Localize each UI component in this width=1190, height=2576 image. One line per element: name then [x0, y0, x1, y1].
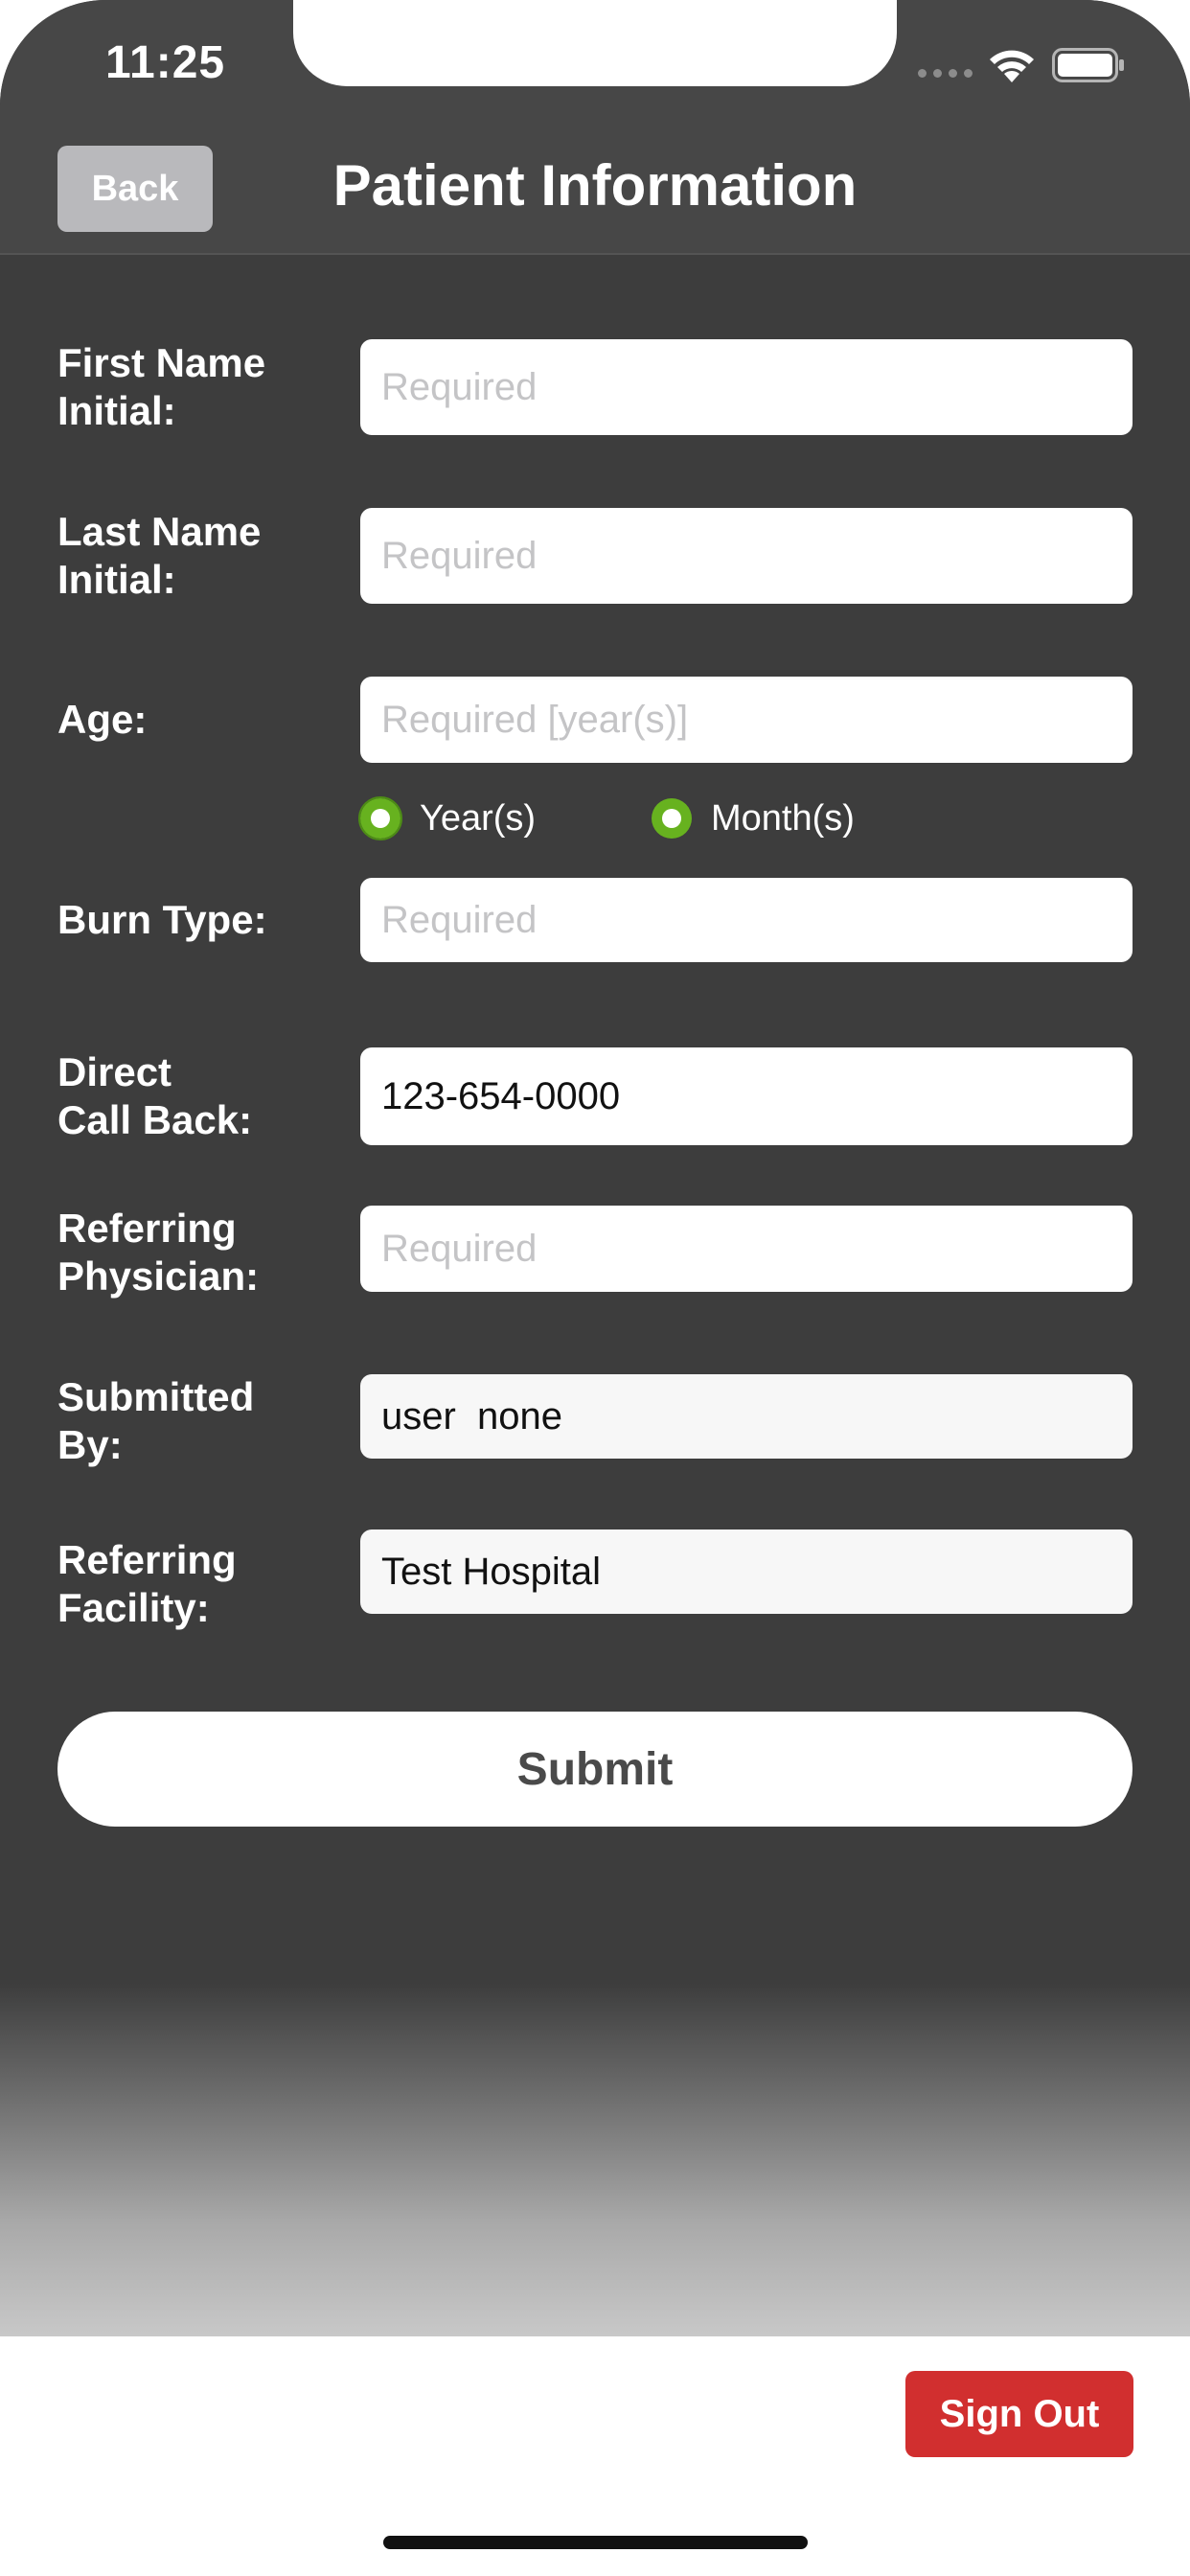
age-unit-months-label: Month(s)	[711, 797, 855, 839]
first-name-label-line2: Initial:	[57, 388, 176, 433]
radio-selected-icon	[358, 796, 402, 840]
form-background: Back Patient Information First Name Init…	[0, 0, 1190, 2336]
age-unit-years-radio[interactable]: Year(s)	[358, 794, 537, 843]
last-name-initial-input[interactable]	[360, 508, 1133, 604]
battery-icon	[1052, 48, 1124, 82]
radio-icon	[652, 798, 692, 839]
last-name-label-line1: Last Name	[57, 509, 262, 554]
first-name-initial-input[interactable]	[360, 339, 1133, 435]
referring-facility-field	[360, 1530, 1133, 1614]
referring-physician-label-line2: Physician:	[57, 1254, 260, 1299]
direct-call-back-label-line2: Call Back:	[57, 1097, 253, 1142]
age-input[interactable]	[360, 677, 1133, 763]
last-name-label-line2: Initial:	[57, 557, 176, 602]
referring-facility-label: Referring Facility:	[57, 1536, 345, 1632]
first-name-label-line1: First Name	[57, 340, 266, 385]
sign-out-button[interactable]: Sign Out	[905, 2371, 1133, 2457]
direct-call-back-label-line1: Direct	[57, 1049, 172, 1094]
submitted-by-label-line1: Submitted	[57, 1374, 255, 1419]
referring-facility-label-line2: Facility:	[57, 1585, 210, 1630]
wifi-icon	[990, 50, 1034, 82]
patient-information-screen: Back Patient Information First Name Init…	[0, 0, 1190, 2576]
burn-type-label: Burn Type:	[57, 897, 267, 942]
burn-type-input[interactable]	[360, 878, 1133, 962]
referring-physician-label-line1: Referring	[57, 1206, 237, 1251]
age-label: Age:	[57, 697, 148, 742]
cellular-signal-icon	[918, 69, 973, 78]
first-name-label: First Name Initial:	[57, 339, 345, 435]
referring-physician-label: Referring Physician:	[57, 1205, 345, 1300]
age-unit-years-label: Year(s)	[420, 797, 537, 839]
referring-facility-label-line1: Referring	[57, 1537, 237, 1582]
submit-button[interactable]: Submit	[57, 1712, 1133, 1827]
device-notch	[293, 0, 897, 86]
submitted-by-field	[360, 1374, 1133, 1459]
submitted-by-label: Submitted By:	[57, 1373, 345, 1469]
submitted-by-label-line2: By:	[57, 1422, 123, 1467]
age-unit-months-radio[interactable]: Month(s)	[652, 794, 855, 843]
page-title: Patient Information	[332, 153, 858, 218]
home-indicator[interactable]	[383, 2536, 808, 2549]
referring-physician-input[interactable]	[360, 1206, 1133, 1292]
direct-call-back-input[interactable]	[360, 1047, 1133, 1145]
direct-call-back-label: Direct Call Back:	[57, 1048, 345, 1144]
status-bar-time: 11:25	[105, 37, 226, 88]
last-name-label: Last Name Initial:	[57, 508, 345, 604]
